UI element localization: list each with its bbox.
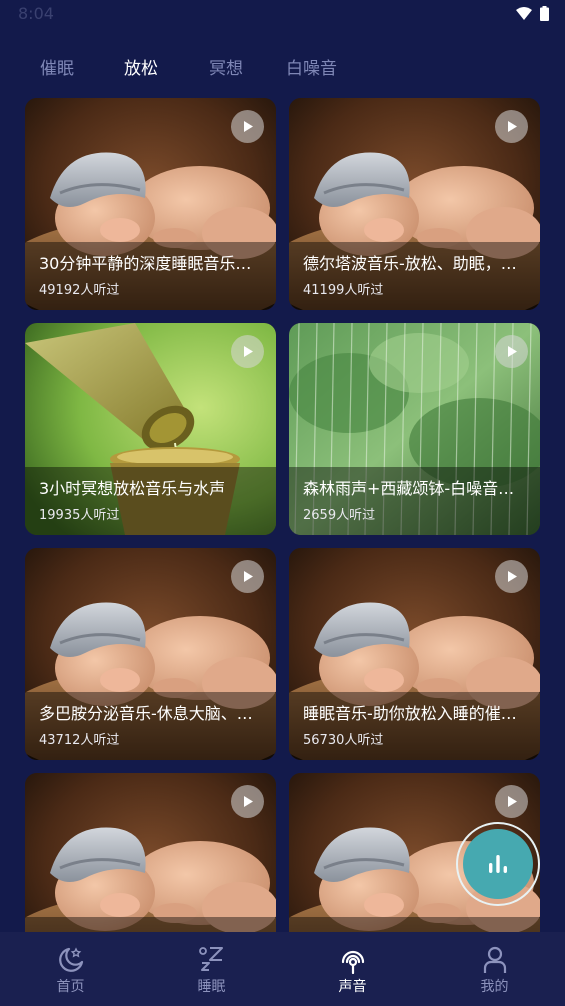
tab-hypnosis[interactable]: 催眠: [40, 54, 74, 79]
play-icon: [243, 571, 253, 582]
nav-profile[interactable]: 我的: [424, 932, 565, 1006]
card-listener-count: 49192人听过: [39, 283, 120, 298]
card-caption-overlay: [25, 917, 276, 932]
sound-card[interactable]: 睡眠音乐-助你放松入睡的催… 56730人听过: [289, 548, 540, 760]
nav-home-label: 首页: [56, 979, 85, 995]
zzz-sleep-icon: [198, 947, 223, 971]
play-button[interactable]: [495, 560, 528, 593]
now-playing-button[interactable]: [456, 822, 540, 906]
nav-sound[interactable]: 声音: [282, 932, 423, 1006]
card-listener-count: 56730人听过: [303, 733, 384, 748]
card-title: 30分钟平静的深度睡眠音乐…: [39, 254, 252, 273]
sound-icon: [341, 950, 364, 974]
card-title: 森林雨声+西藏颂钵-白噪音…: [303, 479, 515, 498]
tab-white-noise[interactable]: 白噪音: [286, 54, 337, 79]
nav-home[interactable]: 首页: [0, 932, 141, 1006]
moon-home-icon: [58, 947, 83, 972]
play-icon: [243, 796, 253, 807]
card-caption-overlay: [289, 917, 540, 932]
sound-card[interactable]: 德尔塔波音乐-放松、助眠，… 41199人听过: [289, 98, 540, 310]
sound-card[interactable]: 30分钟平静的深度睡眠音乐… 49192人听过: [25, 98, 276, 310]
sound-card[interactable]: [25, 773, 276, 932]
bottom-nav: 首页 睡眠 声音 我的: [0, 932, 565, 1006]
card-listener-count: 41199人听过: [303, 283, 384, 298]
sound-card[interactable]: 多巴胺分泌音乐-休息大脑、… 43712人听过: [25, 548, 276, 760]
play-icon: [507, 121, 517, 132]
nav-profile-label: 我的: [480, 979, 509, 995]
card-title: 睡眠音乐-助你放松入睡的催…: [303, 704, 517, 723]
play-button[interactable]: [231, 560, 264, 593]
play-icon: [507, 796, 517, 807]
equalizer-icon: [489, 855, 507, 873]
play-icon: [507, 571, 517, 582]
now-playing-inner: [463, 829, 533, 899]
sound-grid: 30分钟平静的深度睡眠音乐… 49192人听过 德尔塔波音乐-放松、助眠，… 4…: [0, 0, 565, 932]
nav-sleep[interactable]: 睡眠: [141, 932, 282, 1006]
play-button[interactable]: [495, 335, 528, 368]
play-button[interactable]: [495, 785, 528, 818]
nav-sound-label: 声音: [338, 979, 367, 995]
play-button[interactable]: [231, 785, 264, 818]
nav-sleep-label: 睡眠: [197, 979, 226, 995]
card-title: 多巴胺分泌音乐-休息大脑、…: [39, 704, 253, 723]
play-icon: [243, 121, 253, 132]
play-icon: [507, 346, 517, 357]
play-button[interactable]: [231, 110, 264, 143]
card-title: 3小时冥想放松音乐与水声: [39, 479, 226, 498]
play-icon: [243, 346, 253, 357]
profile-icon: [483, 946, 506, 973]
tab-meditation[interactable]: 冥想: [209, 54, 243, 79]
category-tabs: 催眠 放松 冥想 白噪音: [0, 48, 565, 84]
play-button[interactable]: [495, 110, 528, 143]
card-listener-count: 43712人听过: [39, 733, 120, 748]
card-title: 德尔塔波音乐-放松、助眠，…: [303, 254, 517, 273]
tab-relax[interactable]: 放松: [124, 54, 158, 79]
sound-card[interactable]: 森林雨声+西藏颂钵-白噪音… 2659人听过: [289, 323, 540, 535]
play-button[interactable]: [231, 335, 264, 368]
card-listener-count: 19935人听过: [39, 508, 120, 523]
sound-card[interactable]: 3小时冥想放松音乐与水声 19935人听过: [25, 323, 276, 535]
card-listener-count: 2659人听过: [303, 508, 376, 523]
